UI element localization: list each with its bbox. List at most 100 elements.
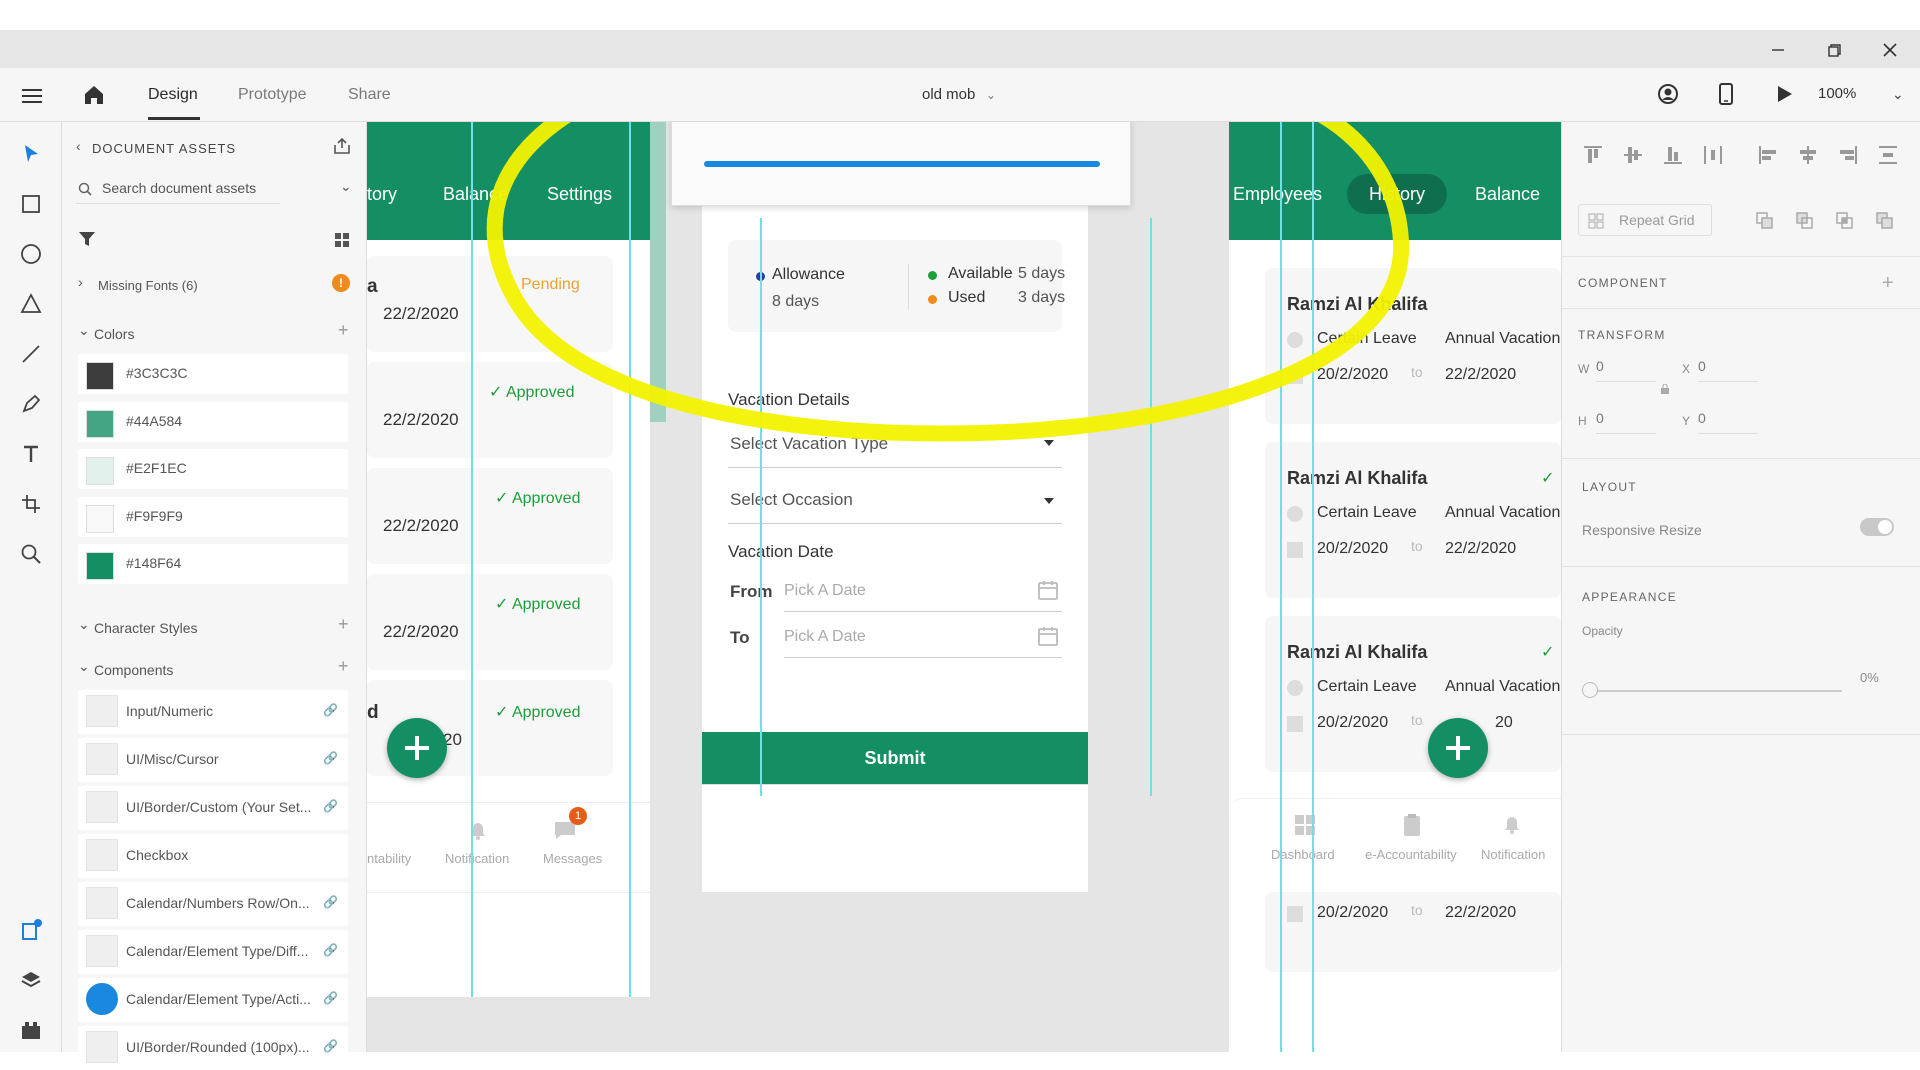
request-card[interactable]: 22/2/2020 ✓ Approved — [367, 574, 613, 670]
design-canvas[interactable]: tory Balance Settings a 22/2/2020 Pendin… — [367, 122, 1561, 1052]
maximize-button[interactable] — [1822, 38, 1846, 62]
close-button[interactable] — [1878, 38, 1902, 62]
opacity-slider-track[interactable] — [1592, 690, 1842, 692]
color-swatch-row[interactable]: #148F64 — [78, 544, 348, 584]
grid-view-icon[interactable] — [334, 232, 350, 248]
history-card[interactable]: Ramzi Al Khalifa Certain Leave Annual Va… — [1265, 268, 1561, 424]
document-title-dropdown[interactable]: old mob ⌄ — [922, 86, 996, 104]
distribute-vertical-icon[interactable] — [1877, 144, 1899, 166]
to-date-field[interactable]: Pick A Date — [784, 616, 1062, 658]
line-icon[interactable] — [19, 342, 43, 366]
from-date-field[interactable]: Pick A Date — [784, 570, 1062, 612]
tab-history-partial[interactable]: tory — [367, 184, 397, 205]
tab-design[interactable]: Design — [148, 86, 198, 104]
component-row[interactable]: Calendar/Element Type/Acti... 🔗 — [78, 978, 348, 1022]
request-card[interactable]: 22/2/2020 ✓ Approved — [367, 468, 613, 564]
search-filter-chevron-icon[interactable]: ⌄ — [340, 178, 352, 195]
add-component-icon[interactable]: + — [338, 656, 349, 677]
hamburger-menu-icon[interactable] — [20, 84, 44, 108]
select-icon[interactable] — [19, 142, 43, 166]
tab-balance[interactable]: Balance — [443, 184, 508, 205]
search-assets-field[interactable]: Search document assets — [76, 176, 280, 204]
text-icon[interactable] — [19, 442, 43, 466]
vacation-type-select[interactable]: Select Vacation Type — [728, 426, 1062, 468]
components-chevron-icon[interactable]: ⌄ — [78, 658, 90, 675]
nav-accountability[interactable]: ntability — [367, 851, 411, 866]
distribute-horizontal-icon[interactable] — [1702, 144, 1724, 166]
history-card[interactable]: Ramzi Al Khalifa ✓ Certain Leave Annual … — [1265, 616, 1561, 772]
filter-icon[interactable] — [78, 230, 96, 248]
plugins-icon[interactable] — [19, 918, 43, 942]
component-row[interactable]: Calendar/Element Type/Diff... 🔗 — [78, 930, 348, 974]
tab-history-pill[interactable]: History — [1347, 174, 1447, 214]
boolean-subtract-icon[interactable] — [1796, 212, 1814, 230]
occasion-select[interactable]: Select Occasion — [728, 482, 1062, 524]
device-preview-icon[interactable] — [1714, 82, 1738, 106]
export-icon[interactable] — [332, 136, 352, 156]
assets-icon[interactable] — [19, 1018, 43, 1042]
add-request-button[interactable] — [387, 718, 447, 778]
zoom-icon[interactable] — [19, 542, 43, 566]
boolean-exclude-icon[interactable] — [1876, 212, 1894, 230]
calendar-icon[interactable] — [1036, 578, 1060, 602]
align-right-icon[interactable] — [1837, 144, 1859, 166]
ellipse-icon[interactable] — [19, 242, 43, 266]
play-preview-icon[interactable] — [1772, 82, 1796, 106]
artboard-employees-history[interactable]: Employees History Balance Ramzi Al Khali… — [1229, 122, 1561, 1052]
layers-icon[interactable] — [19, 968, 43, 992]
missing-fonts-label[interactable]: Missing Fonts (6) — [98, 278, 198, 293]
component-row[interactable]: Checkbox — [78, 834, 348, 878]
align-top-icon[interactable] — [1582, 144, 1604, 166]
history-card-partial[interactable]: 20/2/2020 to 22/2/2020 — [1265, 892, 1561, 972]
component-row[interactable]: UI/Border/Rounded (100px)... 🔗 — [78, 1026, 348, 1070]
add-component-state-icon[interactable]: + — [1882, 272, 1894, 295]
nav-notification[interactable]: Notification — [445, 851, 509, 866]
add-color-icon[interactable]: + — [338, 320, 349, 341]
user-account-icon[interactable] — [1656, 82, 1680, 106]
missing-fonts-chevron-icon[interactable]: › — [78, 274, 83, 290]
rectangle-icon[interactable] — [19, 192, 43, 216]
align-bottom-icon[interactable] — [1662, 144, 1684, 166]
opacity-slider-thumb[interactable] — [1582, 682, 1598, 698]
minimize-button[interactable] — [1766, 38, 1790, 62]
align-left-icon[interactable] — [1757, 144, 1779, 166]
history-card[interactable]: Ramzi Al Khalifa ✓ Certain Leave Annual … — [1265, 442, 1561, 598]
pen-icon[interactable] — [19, 392, 43, 416]
align-center-icon[interactable] — [1797, 144, 1819, 166]
request-card[interactable]: a 22/2/2020 Pending — [367, 256, 613, 352]
tab-employees[interactable]: Employees — [1233, 184, 1322, 205]
component-row[interactable]: UI/Misc/Cursor 🔗 — [78, 738, 348, 782]
height-input[interactable]: 0 — [1596, 410, 1656, 434]
home-icon[interactable] — [82, 83, 106, 107]
color-swatch-row[interactable]: #44A584 — [78, 402, 348, 442]
lock-aspect-icon[interactable] — [1660, 384, 1670, 394]
component-row[interactable]: Input/Numeric 🔗 — [78, 690, 348, 734]
zoom-level[interactable]: 100% — [1818, 85, 1856, 103]
x-input[interactable]: 0 — [1698, 358, 1758, 382]
zoom-chevron-icon[interactable]: ⌄ — [1892, 86, 1904, 103]
nav-e-accountability[interactable]: e-Accountability — [1365, 847, 1457, 862]
calendar-icon[interactable] — [1036, 624, 1060, 648]
char-styles-chevron-icon[interactable]: ⌄ — [78, 616, 90, 633]
y-input[interactable]: 0 — [1698, 410, 1758, 434]
component-row[interactable]: UI/Border/Custom (Your Set... 🔗 — [78, 786, 348, 830]
tab-prototype[interactable]: Prototype — [238, 86, 306, 104]
width-input[interactable]: 0 — [1596, 358, 1656, 382]
color-swatch-row[interactable]: #F9F9F9 — [78, 497, 348, 537]
component-row[interactable]: Calendar/Numbers Row/On... 🔗 — [78, 882, 348, 926]
color-swatch-row[interactable]: #3C3C3C — [78, 354, 348, 394]
colors-chevron-icon[interactable]: ⌄ — [78, 322, 90, 339]
polygon-icon[interactable] — [19, 292, 43, 316]
tab-settings[interactable]: Settings — [547, 184, 612, 205]
back-chevron-icon[interactable]: ‹ — [76, 138, 81, 154]
opacity-value[interactable]: 0% — [1860, 670, 1879, 685]
artboard-icon[interactable] — [19, 492, 43, 516]
align-middle-icon[interactable] — [1622, 144, 1644, 166]
tab-balance[interactable]: Balance — [1475, 184, 1540, 205]
nav-messages[interactable]: Messages — [543, 851, 602, 866]
add-char-style-icon[interactable]: + — [338, 614, 349, 635]
nav-notification[interactable]: Notification — [1481, 847, 1545, 862]
responsive-resize-toggle[interactable] — [1860, 518, 1894, 536]
tab-share[interactable]: Share — [348, 86, 391, 104]
boolean-add-icon[interactable] — [1756, 212, 1774, 230]
